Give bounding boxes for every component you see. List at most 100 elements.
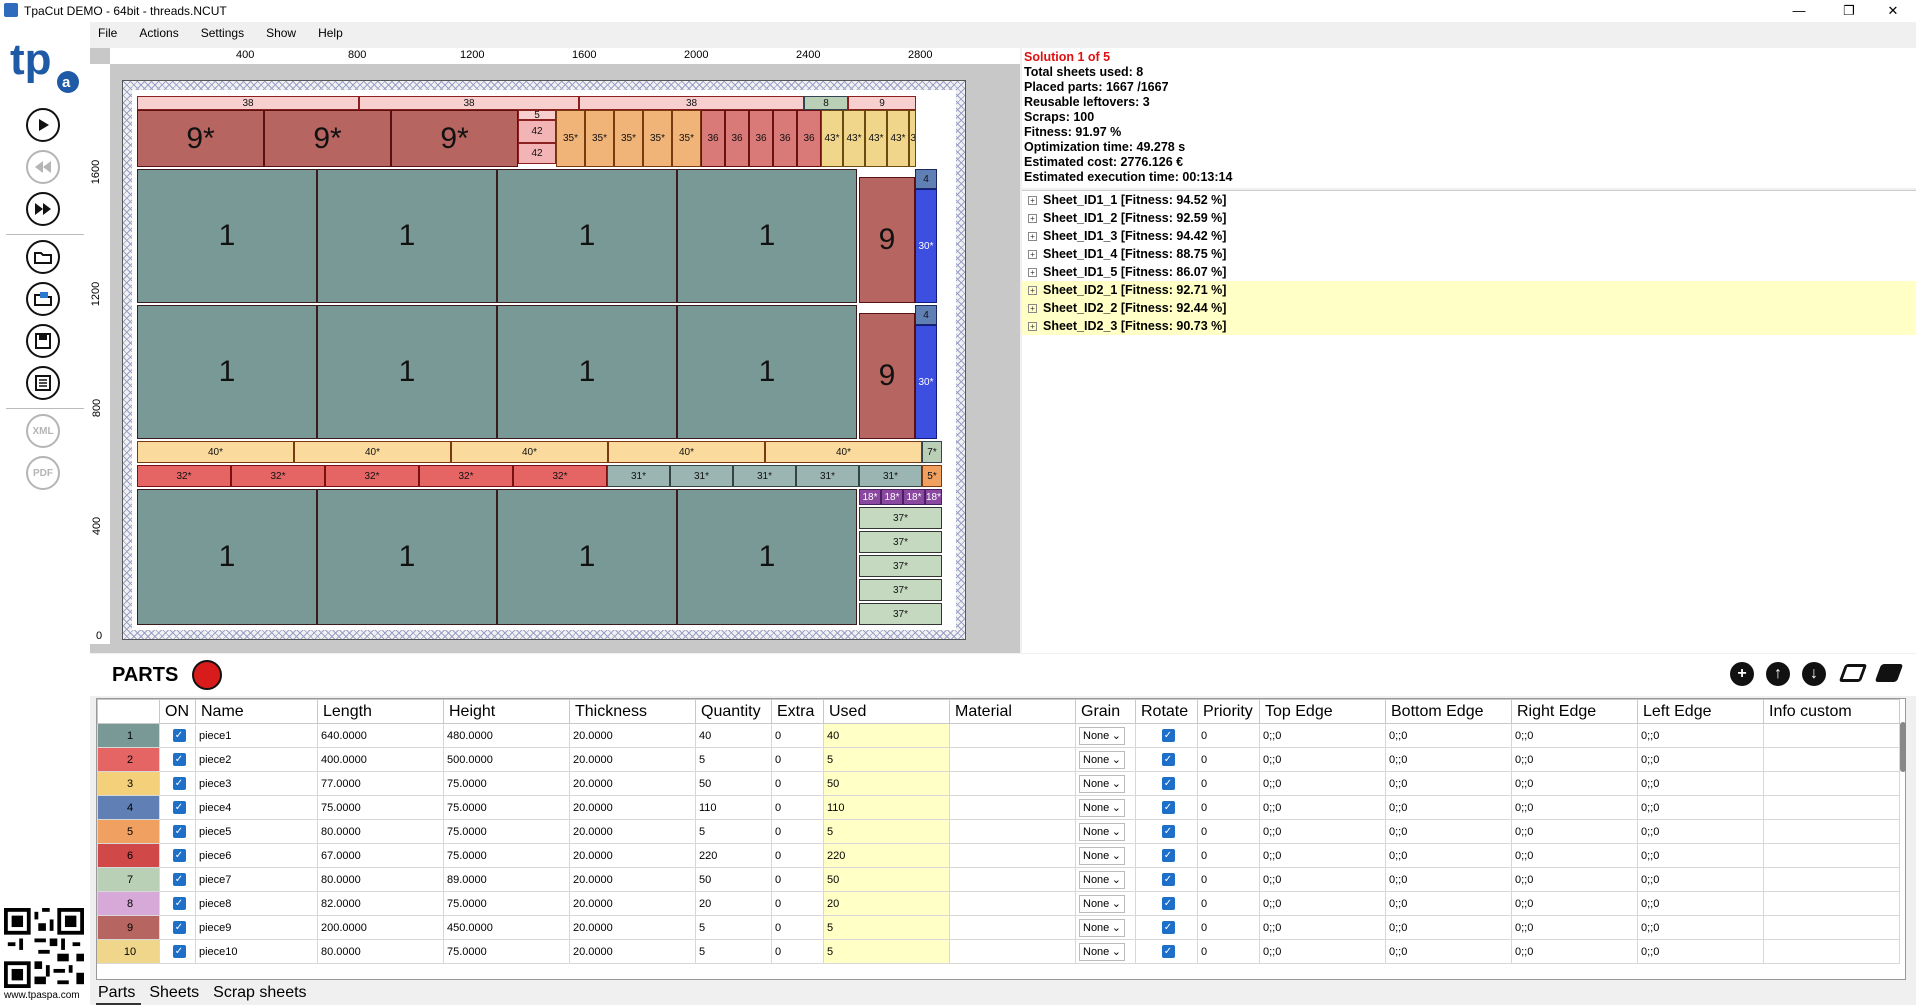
part-35[interactable]: 35* [585, 110, 614, 167]
material-cell[interactable] [949, 819, 1076, 844]
extra-cell[interactable]: 0 [771, 747, 824, 772]
part-18[interactable]: 18* [859, 489, 881, 505]
checkbox-checked-icon[interactable]: ✓ [172, 873, 186, 886]
table-row[interactable]: 4 ✓ piece4 75.0000 75.0000 20.0000 110 0 110 None… [97, 795, 1900, 820]
clear-icon[interactable] [1874, 664, 1904, 682]
rotate-checkbox[interactable]: ✓ [1135, 747, 1198, 772]
info-custom-cell[interactable] [1763, 843, 1900, 868]
info-custom-cell[interactable] [1763, 915, 1900, 940]
info-custom-cell[interactable] [1763, 747, 1900, 772]
part-1[interactable]: 1 [497, 169, 677, 303]
part-43[interactable]: 43* [887, 110, 909, 167]
column-header[interactable]: Quantity [695, 699, 772, 724]
left-edge-cell[interactable]: 0;;0 [1637, 747, 1764, 772]
part-9[interactable]: 9* [391, 110, 518, 167]
part-7[interactable]: 7* [922, 441, 942, 463]
part-38[interactable]: 38 [359, 96, 579, 110]
top-edge-cell[interactable]: 0;;0 [1259, 795, 1386, 820]
used-cell[interactable]: 5 [823, 747, 950, 772]
part-31[interactable]: 31* [607, 465, 670, 487]
website-url[interactable]: www.tpaspa.com [4, 990, 80, 1001]
height-cell[interactable]: 480.0000 [443, 723, 570, 748]
checkbox-checked-icon[interactable]: ✓ [1161, 729, 1175, 742]
part-1[interactable]: 1 [317, 169, 497, 303]
height-cell[interactable]: 75.0000 [443, 891, 570, 916]
on-checkbox[interactable]: ✓ [159, 843, 196, 868]
part-42[interactable]: 42 [518, 143, 556, 164]
on-checkbox[interactable]: ✓ [159, 819, 196, 844]
part-9[interactable]: 9 [859, 313, 915, 439]
length-cell[interactable]: 80.0000 [317, 867, 444, 892]
column-header[interactable]: Material [949, 699, 1076, 724]
part-30[interactable]: 30* [915, 325, 937, 439]
thickness-cell[interactable]: 20.0000 [569, 795, 696, 820]
column-header[interactable]: Used [823, 699, 950, 724]
priority-cell[interactable]: 0 [1197, 867, 1260, 892]
rotate-checkbox[interactable]: ✓ [1135, 939, 1198, 964]
thickness-cell[interactable]: 20.0000 [569, 747, 696, 772]
length-cell[interactable]: 67.0000 [317, 843, 444, 868]
used-cell[interactable]: 50 [823, 771, 950, 796]
top-edge-cell[interactable]: 0;;0 [1259, 891, 1386, 916]
left-edge-cell[interactable]: 0;;0 [1637, 795, 1764, 820]
part-43[interactable]: 43* [821, 110, 843, 167]
right-edge-cell[interactable]: 0;;0 [1511, 915, 1638, 940]
name-cell[interactable]: piece7 [195, 867, 318, 892]
extra-cell[interactable]: 0 [771, 819, 824, 844]
right-edge-cell[interactable]: 0;;0 [1511, 939, 1638, 964]
column-header[interactable]: Name [195, 699, 318, 724]
part-38[interactable]: 38 [579, 96, 804, 110]
part-40[interactable]: 40* [608, 441, 765, 463]
expand-icon[interactable]: + [1028, 303, 1037, 313]
part-31[interactable]: 31* [859, 465, 922, 487]
part-1[interactable]: 1 [497, 305, 677, 439]
right-edge-cell[interactable]: 0;;0 [1511, 867, 1638, 892]
part-32[interactable]: 32* [513, 465, 607, 487]
left-edge-cell[interactable]: 0;;0 [1637, 867, 1764, 892]
thickness-cell[interactable]: 20.0000 [569, 867, 696, 892]
checkbox-checked-icon[interactable]: ✓ [1161, 873, 1175, 886]
top-edge-cell[interactable]: 0;;0 [1259, 843, 1386, 868]
part-40[interactable]: 40* [137, 441, 294, 463]
table-row[interactable]: 9 ✓ piece9 200.0000 450.0000 20.0000 5 0 5 None ⌄ ✓… [97, 915, 1900, 940]
part-37[interactable]: 37* [859, 579, 942, 601]
quantity-cell[interactable]: 20 [695, 891, 772, 916]
expand-icon[interactable]: + [1028, 195, 1037, 205]
part-5[interactable]: 5* [922, 465, 942, 487]
column-header[interactable]: Right Edge [1511, 699, 1638, 724]
column-header[interactable]: Length [317, 699, 444, 724]
table-row[interactable]: 3 ✓ piece3 77.0000 75.0000 20.0000 50 0 50 None ⌄ ✓… [97, 771, 1900, 796]
expand-icon[interactable]: + [1028, 249, 1037, 259]
top-edge-cell[interactable]: 0;;0 [1259, 819, 1386, 844]
on-checkbox[interactable]: ✓ [159, 867, 196, 892]
menu-settings[interactable]: Settings [199, 24, 246, 46]
expand-icon[interactable]: + [1028, 213, 1037, 223]
column-header[interactable]: Extra [771, 699, 824, 724]
checkbox-checked-icon[interactable]: ✓ [1161, 825, 1175, 838]
thickness-cell[interactable]: 20.0000 [569, 915, 696, 940]
part-35[interactable]: 35* [672, 110, 701, 167]
sheet-node[interactable]: + Sheet_ID1_1 [Fitness: 94.52 %] [1022, 191, 1916, 209]
expand-icon[interactable]: + [1028, 285, 1037, 295]
part-5[interactable]: 5 [518, 110, 556, 120]
bottom-edge-cell[interactable]: 0;;0 [1385, 771, 1512, 796]
height-cell[interactable]: 450.0000 [443, 915, 570, 940]
material-cell[interactable] [949, 843, 1076, 868]
right-edge-cell[interactable]: 0;;0 [1511, 819, 1638, 844]
part-9[interactable]: 9* [137, 110, 264, 167]
part-38[interactable]: 38 [137, 96, 359, 110]
checkbox-checked-icon[interactable]: ✓ [172, 921, 186, 934]
length-cell[interactable]: 75.0000 [317, 795, 444, 820]
bottom-edge-cell[interactable]: 0;;0 [1385, 891, 1512, 916]
column-header[interactable]: Left Edge [1637, 699, 1764, 724]
bottom-edge-cell[interactable]: 0;;0 [1385, 915, 1512, 940]
rotate-checkbox[interactable]: ✓ [1135, 819, 1198, 844]
top-edge-cell[interactable]: 0;;0 [1259, 867, 1386, 892]
sheet-node[interactable]: + Sheet_ID2_2 [Fitness: 92.44 %] [1022, 299, 1916, 317]
part-37[interactable]: 37* [859, 507, 942, 529]
part-30[interactable]: 30* [915, 189, 937, 303]
checkbox-checked-icon[interactable]: ✓ [172, 897, 186, 910]
column-header[interactable]: Rotate [1135, 699, 1198, 724]
thickness-cell[interactable]: 20.0000 [569, 819, 696, 844]
checkbox-checked-icon[interactable]: ✓ [1161, 849, 1175, 862]
